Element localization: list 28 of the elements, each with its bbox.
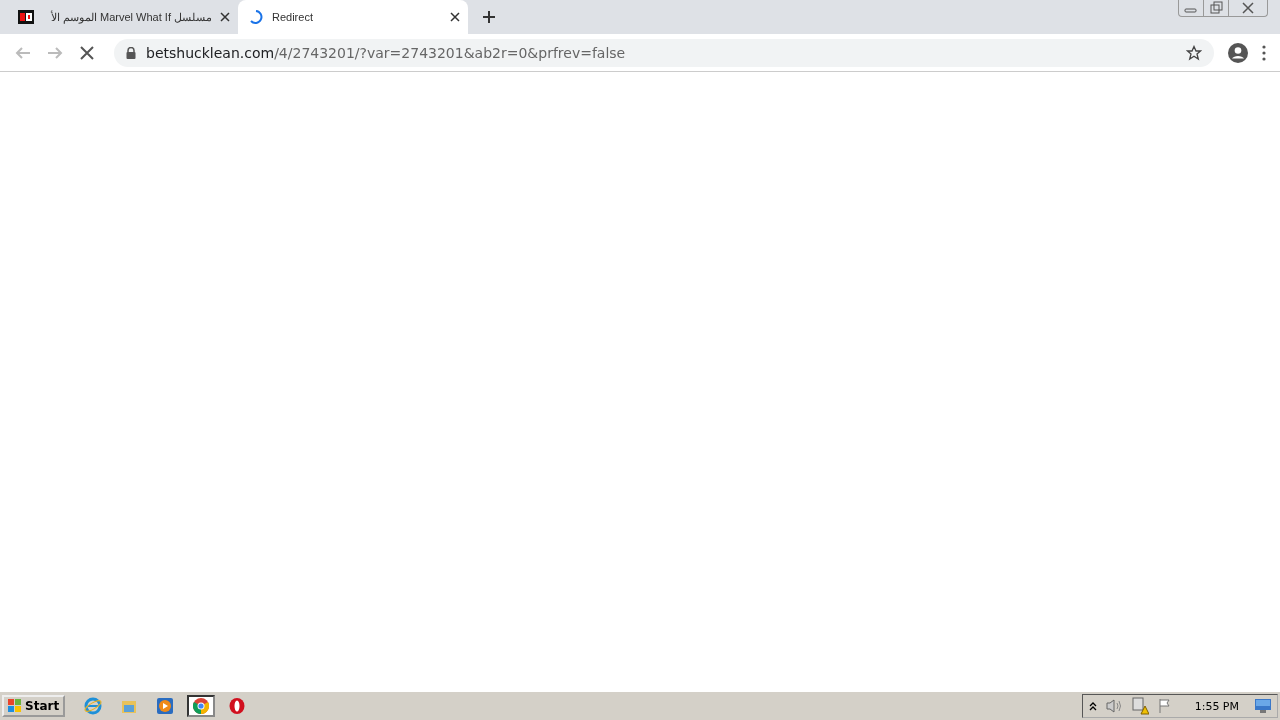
url-host: betshucklean.com xyxy=(146,44,275,61)
chrome-icon xyxy=(193,698,210,714)
folder-icon xyxy=(121,698,138,714)
profile-icon[interactable] xyxy=(1228,42,1248,63)
stop-icon[interactable] xyxy=(78,43,96,62)
media-player-icon xyxy=(157,698,174,714)
new-tab-icon[interactable] xyxy=(482,10,496,24)
network-warning-icon[interactable] xyxy=(1130,697,1149,715)
flag-icon[interactable] xyxy=(1156,698,1173,714)
lock-icon xyxy=(126,46,136,59)
star-icon[interactable] xyxy=(1186,44,1202,61)
browser-e-icon xyxy=(84,697,103,715)
show-desktop-icon[interactable] xyxy=(1255,699,1271,713)
browser-tab[interactable]: Redirect xyxy=(238,0,468,34)
show-hidden-icon[interactable] xyxy=(1088,701,1097,711)
close-icon[interactable] xyxy=(220,12,230,22)
start-button[interactable]: Start xyxy=(2,695,66,717)
url-path: /4/2743201/?var=2743201&ab2r=0&prfrev=false xyxy=(274,44,626,61)
close-icon[interactable] xyxy=(450,12,460,22)
site-logo-icon xyxy=(18,10,34,24)
address-bar[interactable]: betshucklean.com/4/2743201/?var=2743201&ab2r=0&prfrev=false xyxy=(114,38,1214,67)
clock-text[interactable]: 1:55 PM xyxy=(1194,699,1239,713)
loading-spinner-icon xyxy=(248,9,264,25)
taskbar-app[interactable] xyxy=(187,695,216,717)
browser-tab[interactable]: مسلسل Marvel What If الموسم الأ xyxy=(8,0,238,34)
windows-logo-icon xyxy=(8,699,22,713)
menu-icon[interactable] xyxy=(1262,44,1266,61)
opera-icon xyxy=(229,698,246,714)
